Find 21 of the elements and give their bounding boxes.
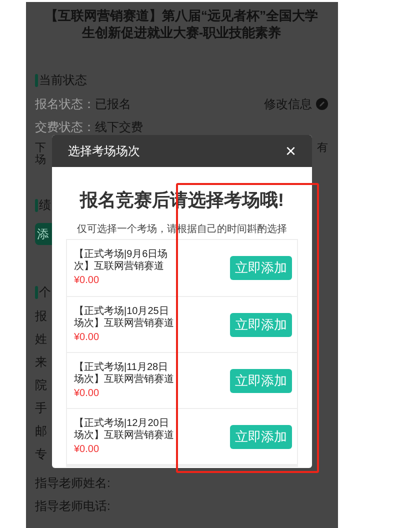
add-now-button[interactable]: 立即添加 bbox=[230, 424, 292, 448]
session-name: 【正式考场|12月20日场次】互联网营销赛道 bbox=[74, 418, 174, 442]
add-now-button[interactable]: 立即添加 bbox=[230, 312, 292, 336]
modal-title: 选择考场场次 bbox=[68, 143, 140, 160]
section-marker bbox=[35, 198, 38, 212]
session-price: ¥0.00 bbox=[74, 442, 100, 456]
session-name: 【正式考场|10月25日场次】互联网营销赛道 bbox=[74, 306, 174, 330]
field-label: 交费状态： bbox=[35, 119, 95, 136]
section-marker bbox=[35, 74, 38, 86]
add-now-button[interactable]: 立即添加 bbox=[230, 256, 292, 280]
add-now-button[interactable]: 立即添加 bbox=[230, 368, 292, 392]
field-label: 报名状态： bbox=[35, 96, 95, 113]
session-price: ¥0.00 bbox=[74, 330, 100, 344]
edit-icon bbox=[316, 98, 328, 110]
session-price: ¥0.00 bbox=[74, 386, 100, 400]
dialog-subtitle: 仅可选择一个考场，请根据自己的时间斟酌选择 bbox=[76, 222, 288, 237]
session-name: 【正式考场|11月28日场次】互联网营销赛道 bbox=[74, 362, 174, 386]
section-marker bbox=[35, 286, 38, 298]
close-button[interactable]: × bbox=[285, 142, 296, 160]
session-price: ¥0.00 bbox=[74, 274, 100, 287]
session-name: 【正式考场|9月6日场次】互联网营销赛道 bbox=[74, 249, 169, 273]
